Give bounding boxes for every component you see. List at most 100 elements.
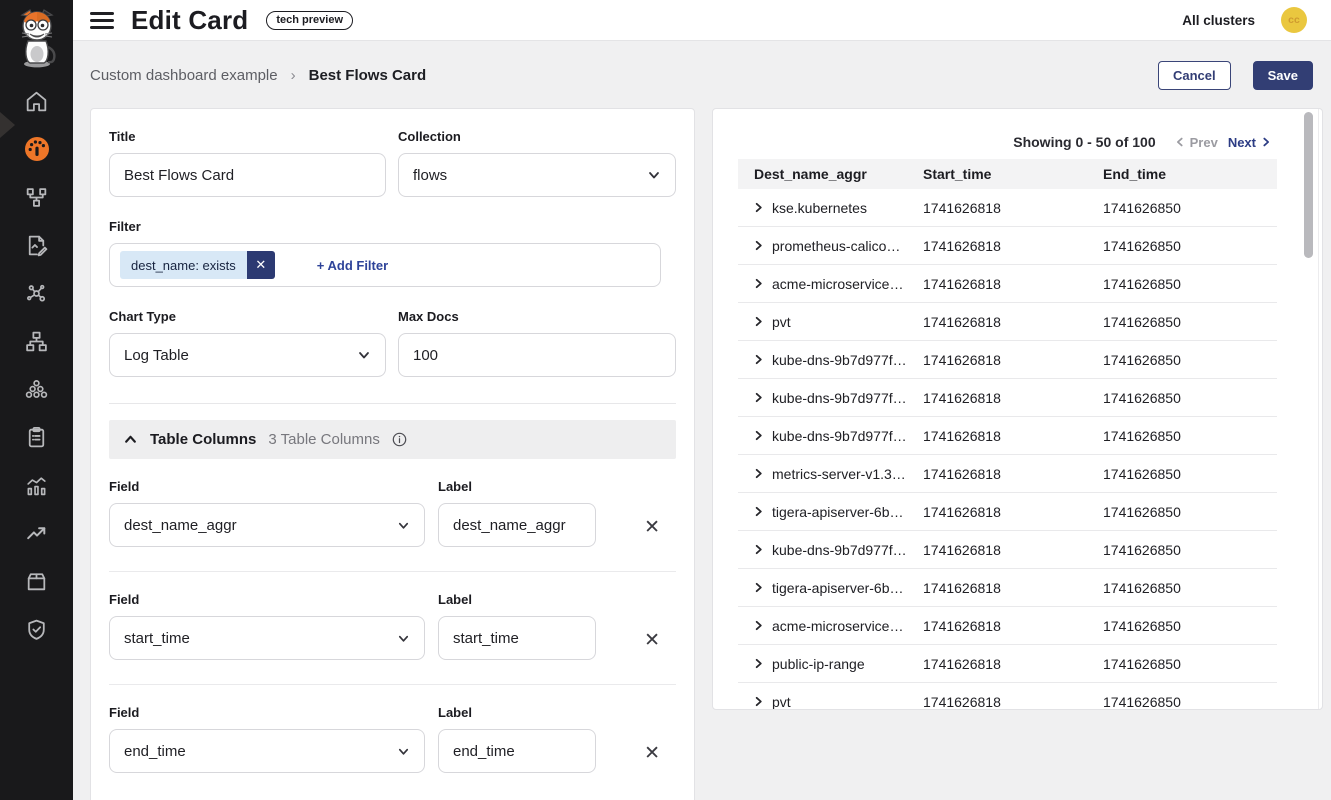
row-expand-icon[interactable] xyxy=(752,505,765,518)
remove-column-button[interactable]: ✕ xyxy=(644,518,660,537)
trend-arrow-icon xyxy=(24,521,49,546)
sidebar-item-sitemap[interactable] xyxy=(0,317,73,365)
cancel-button[interactable]: Cancel xyxy=(1158,61,1231,90)
max-docs-label: Max Docs xyxy=(398,309,676,324)
row-expand-icon[interactable] xyxy=(752,619,765,632)
scrollbar-thumb[interactable] xyxy=(1304,112,1313,258)
filter-chip: dest_name: exists ✕ xyxy=(120,251,275,279)
chevron-down-icon xyxy=(357,348,371,362)
dest-name-cell: kube-dns-9b7d977f… xyxy=(738,428,923,444)
chart-type-select[interactable]: Log Table xyxy=(109,333,386,377)
label-input[interactable] xyxy=(438,503,596,547)
dest-name-cell: pvt xyxy=(738,314,923,330)
row-expand-icon[interactable] xyxy=(752,581,765,594)
label-input[interactable] xyxy=(438,729,596,773)
table-row: public-ip-range17416268181741626850 xyxy=(738,645,1277,683)
sidebar-item-service-graph[interactable] xyxy=(0,269,73,317)
remove-column-button[interactable]: ✕ xyxy=(644,631,660,650)
preview-table-body: kse.kubernetes17416268181741626850promet… xyxy=(738,189,1277,710)
prev-page-button[interactable]: Prev xyxy=(1174,135,1218,150)
column-header: Start_time xyxy=(923,166,1103,182)
end-time-cell: 1741626850 xyxy=(1103,314,1277,330)
sidebar-item-security[interactable] xyxy=(0,605,73,653)
title-label: Title xyxy=(109,129,386,144)
title-input[interactable] xyxy=(109,153,386,197)
add-filter-button[interactable]: + Add Filter xyxy=(317,258,388,273)
row-expand-icon[interactable] xyxy=(752,201,765,214)
sidebar-item-reports[interactable] xyxy=(0,221,73,269)
sidebar-item-packages[interactable] xyxy=(0,557,73,605)
chart-type-label: Chart Type xyxy=(109,309,386,324)
avatar[interactable]: cc xyxy=(1281,7,1307,33)
table-row: metrics-server-v1.3…17416268181741626850 xyxy=(738,455,1277,493)
start-time-cell: 1741626818 xyxy=(923,466,1103,482)
column-header: Dest_name_aggr xyxy=(738,166,923,182)
end-time-cell: 1741626850 xyxy=(1103,504,1277,520)
row-expand-icon[interactable] xyxy=(752,695,765,708)
row-expand-icon[interactable] xyxy=(752,543,765,556)
collection-select[interactable]: flows xyxy=(398,153,676,197)
field-label: Field xyxy=(109,705,425,720)
row-expand-icon[interactable] xyxy=(752,657,765,670)
sidebar-item-compliance[interactable] xyxy=(0,413,73,461)
sidebar-item-clusters[interactable] xyxy=(0,365,73,413)
sidebar-item-home[interactable] xyxy=(0,77,73,125)
dest-name-cell: tigera-apiserver-6b… xyxy=(738,504,923,520)
chevron-right-icon xyxy=(1260,136,1272,148)
table-row: tigera-apiserver-6b…17416268181741626850 xyxy=(738,569,1277,607)
max-docs-input[interactable] xyxy=(398,333,676,377)
table-columns-title: Table Columns xyxy=(150,431,256,448)
row-expand-icon[interactable] xyxy=(752,315,765,328)
table-columns-count: 3 Table Columns xyxy=(268,431,379,448)
table-row: prometheus-calico…17416268181741626850 xyxy=(738,227,1277,265)
end-time-cell: 1741626850 xyxy=(1103,656,1277,672)
row-expand-icon[interactable] xyxy=(752,239,765,252)
menu-icon[interactable] xyxy=(90,12,114,29)
chevron-up-icon[interactable] xyxy=(123,432,138,447)
pagination-status: Showing 0 - 50 of 100 xyxy=(1013,134,1155,150)
end-time-cell: 1741626850 xyxy=(1103,466,1277,482)
remove-column-button[interactable]: ✕ xyxy=(644,744,660,763)
calico-cat-logo[interactable] xyxy=(0,0,73,69)
filter-box[interactable]: dest_name: exists ✕ + Add Filter xyxy=(109,243,661,287)
dest-name-cell: metrics-server-v1.3… xyxy=(738,466,923,482)
page-title: Edit Card xyxy=(131,5,248,36)
row-expand-icon[interactable] xyxy=(752,353,765,366)
field-select[interactable]: end_time xyxy=(109,729,425,773)
field-select[interactable]: start_time xyxy=(109,616,425,660)
label-input[interactable] xyxy=(438,616,596,660)
row-expand-icon[interactable] xyxy=(752,391,765,404)
filter-label: Filter xyxy=(109,219,676,234)
row-expand-icon[interactable] xyxy=(752,467,765,480)
table-row: kse.kubernetes17416268181741626850 xyxy=(738,189,1277,227)
table-row: pvt17416268181741626850 xyxy=(738,303,1277,341)
table-row: acme-microservice…17416268181741626850 xyxy=(738,607,1277,645)
clipboard-icon xyxy=(24,425,49,450)
start-time-cell: 1741626818 xyxy=(923,618,1103,634)
breadcrumb: Custom dashboard example › Best Flows Ca… xyxy=(90,60,1313,90)
table-columns-section-header[interactable]: Table Columns 3 Table Columns xyxy=(109,420,676,459)
sidebar-item-trends[interactable] xyxy=(0,509,73,557)
row-expand-icon[interactable] xyxy=(752,277,765,290)
label-label: Label xyxy=(438,592,596,607)
sidebar-item-dashboards[interactable] xyxy=(0,125,73,173)
breadcrumb-parent[interactable]: Custom dashboard example xyxy=(90,67,278,84)
save-button[interactable]: Save xyxy=(1253,61,1313,90)
sidebar-item-topology[interactable] xyxy=(0,173,73,221)
table-row: kube-dns-9b7d977f…17416268181741626850 xyxy=(738,417,1277,455)
info-icon[interactable] xyxy=(392,432,407,447)
filter-chip-remove-icon[interactable]: ✕ xyxy=(247,251,275,279)
row-expand-icon[interactable] xyxy=(752,429,765,442)
next-page-button[interactable]: Next xyxy=(1228,135,1272,150)
dest-name-cell: acme-microservice… xyxy=(738,618,923,634)
dest-name-cell: kse.kubernetes xyxy=(738,200,923,216)
start-time-cell: 1741626818 xyxy=(923,694,1103,710)
start-time-cell: 1741626818 xyxy=(923,580,1103,596)
field-select[interactable]: dest_name_aggr xyxy=(109,503,425,547)
dest-name-cell: tigera-apiserver-6b… xyxy=(738,580,923,596)
start-time-cell: 1741626818 xyxy=(923,200,1103,216)
sidebar-item-analytics[interactable] xyxy=(0,461,73,509)
cluster-selector[interactable]: All clusters xyxy=(1182,13,1255,28)
start-time-cell: 1741626818 xyxy=(923,352,1103,368)
table-row: kube-dns-9b7d977f…17416268181741626850 xyxy=(738,379,1277,417)
